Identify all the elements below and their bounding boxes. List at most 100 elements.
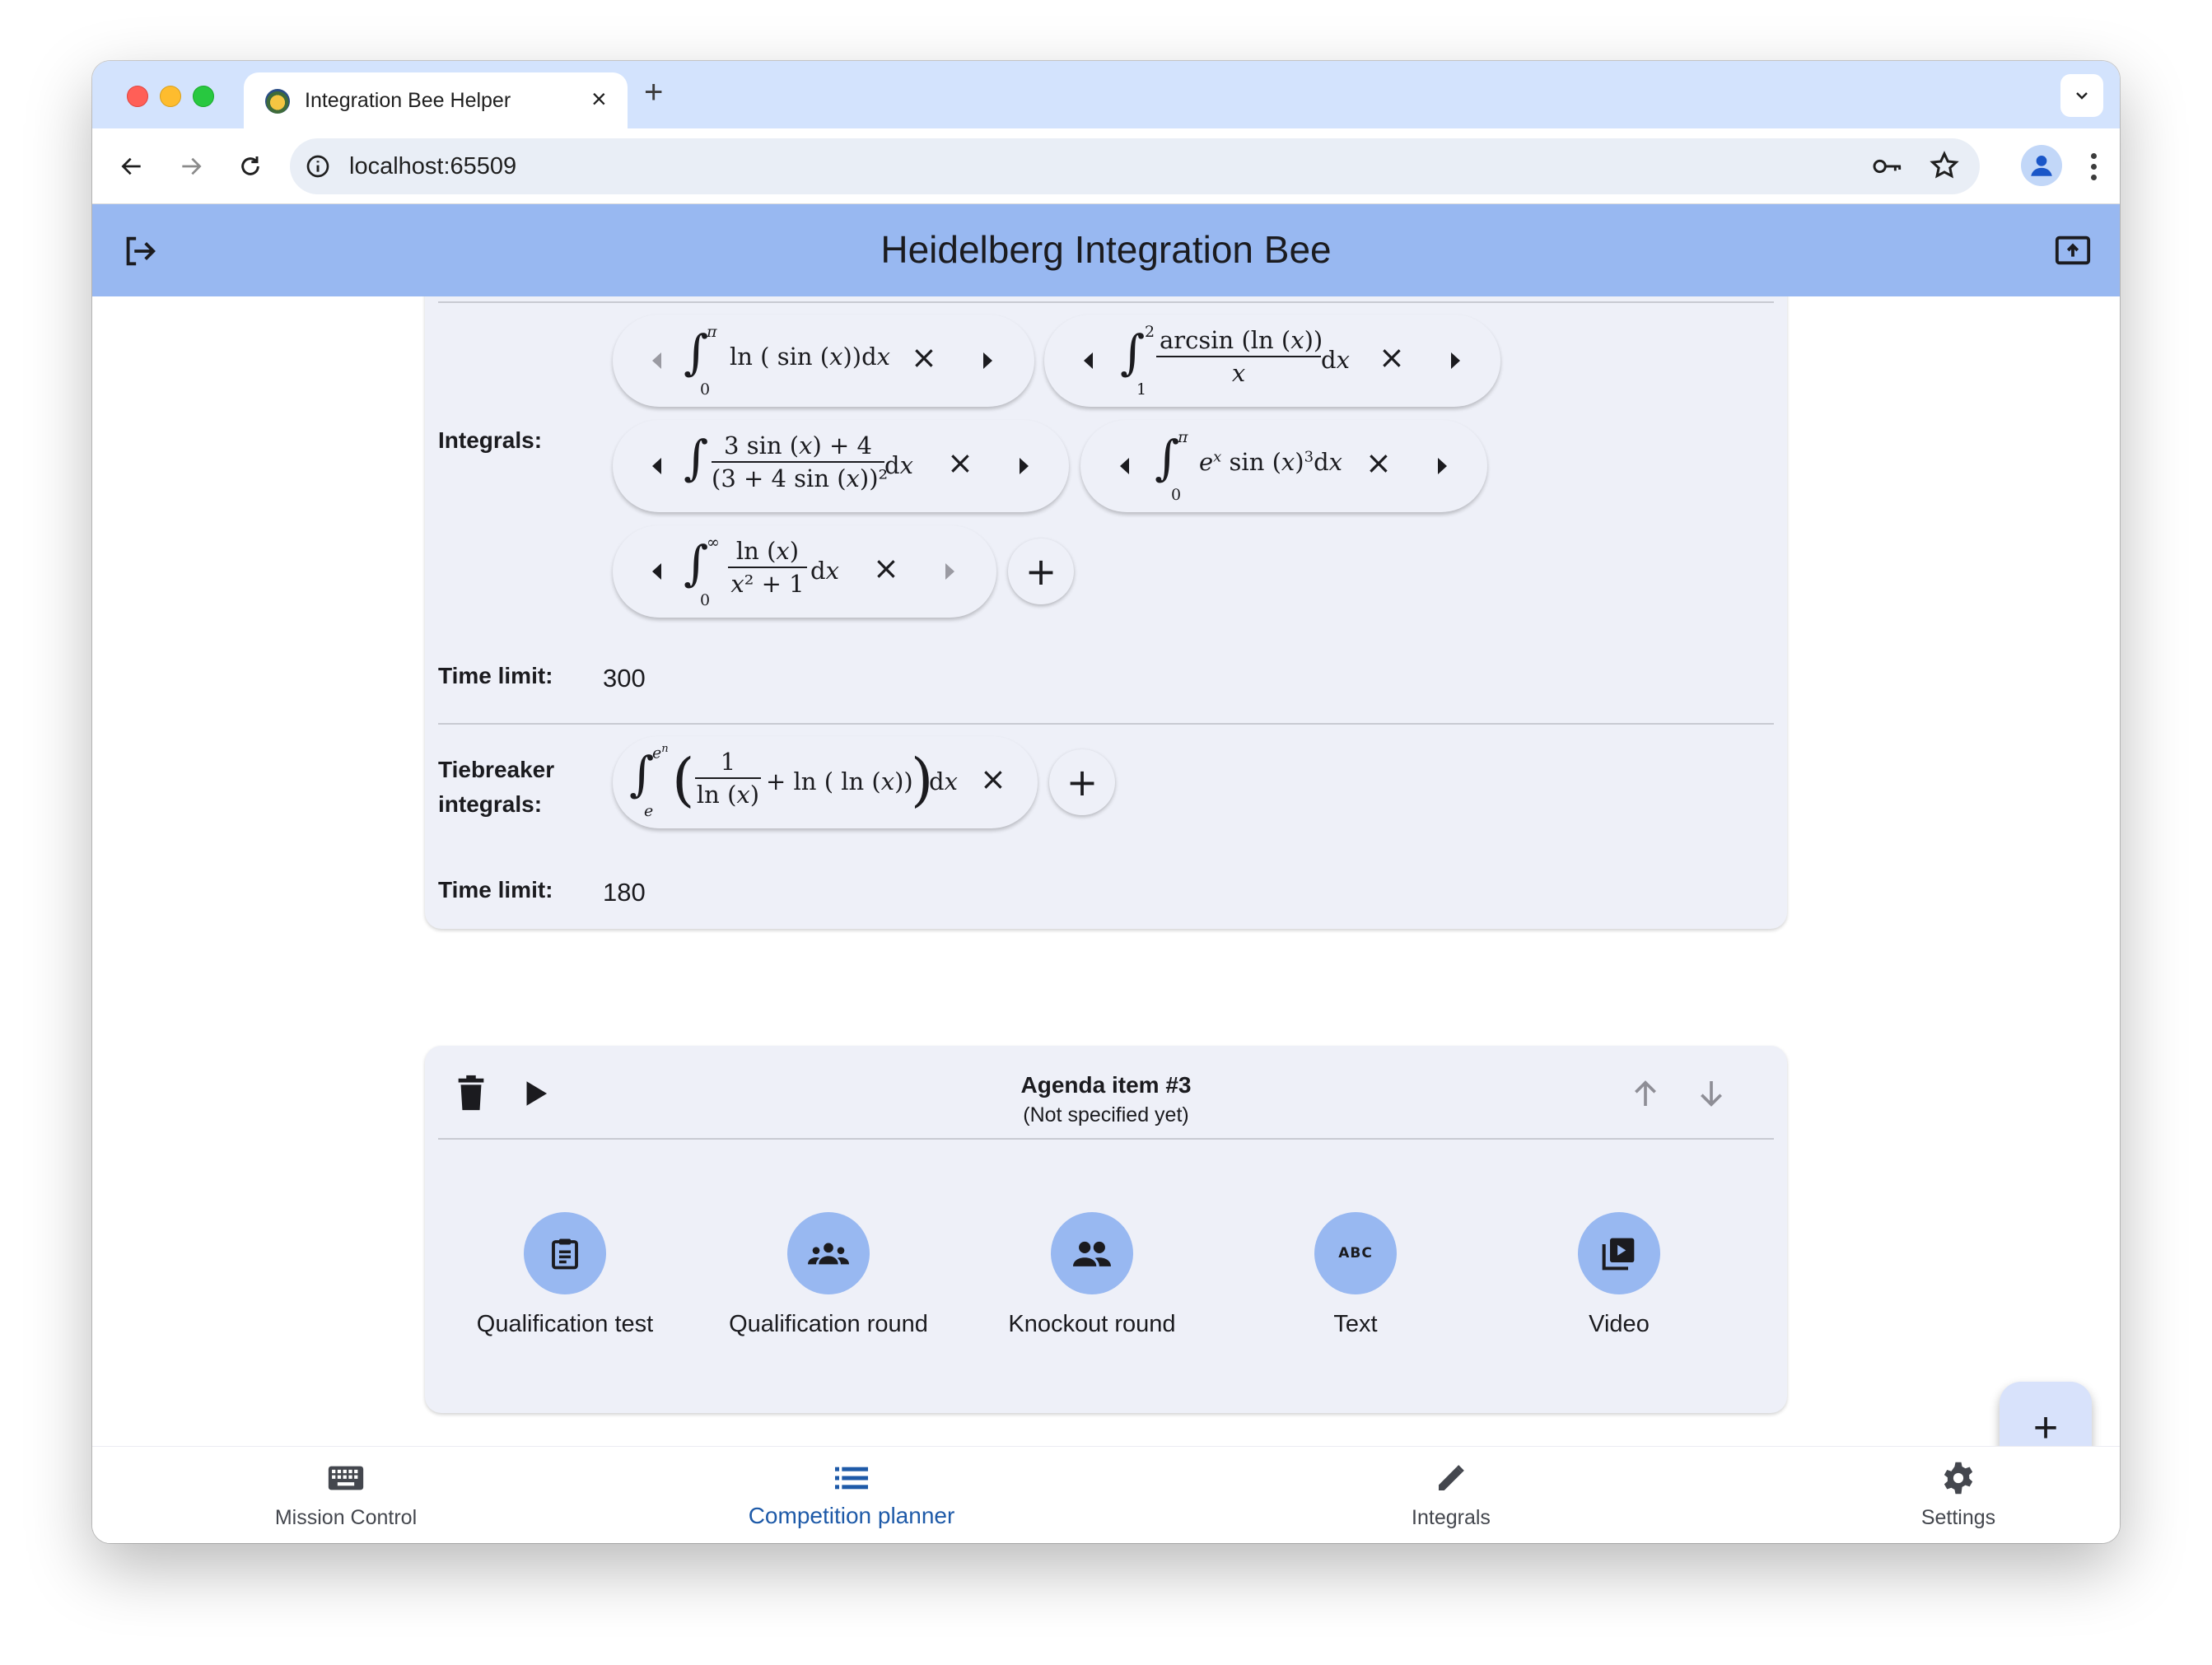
profile-avatar[interactable] bbox=[2021, 145, 2062, 186]
abc-icon: ABC bbox=[1314, 1212, 1397, 1294]
forward-button[interactable] bbox=[173, 148, 209, 184]
integral-chip-3[interactable]: ∫ 3 sin (x) + 4 (3 + 4 sin (x))² dx × bbox=[613, 420, 1069, 512]
integral-chip-2[interactable]: ∫ 2 1 arcsin (ln (x)) x dx × bbox=[1044, 315, 1500, 407]
browser-toolbar: localhost:65509 bbox=[92, 128, 2120, 204]
move-left-icon[interactable] bbox=[652, 458, 661, 474]
integral-chip-1[interactable]: ∫ π 0 ln ( sin (x))dx × bbox=[613, 315, 1034, 407]
nav-mission-control[interactable]: Mission Control bbox=[222, 1447, 469, 1543]
type-label: Qualification test bbox=[476, 1311, 654, 1337]
bottom-navigation: Mission Control Competition planner Inte… bbox=[92, 1446, 2120, 1543]
tiebreaker-chip-1[interactable]: ∫ en e ( 1 ln (x) + ln ( ln (x)) ) dx × bbox=[613, 736, 1038, 828]
new-tab-button[interactable]: + bbox=[644, 74, 663, 111]
agenda-item-subtitle: (Not specified yet) bbox=[1023, 1103, 1189, 1126]
tiebreaker-time-limit-value[interactable]: 180 bbox=[603, 878, 646, 907]
tiebreaker-time-limit-label: Time limit: bbox=[438, 877, 553, 902]
chevron-down-icon bbox=[2076, 92, 2088, 100]
tab-search-button[interactable] bbox=[2060, 74, 2103, 117]
site-info-icon[interactable] bbox=[305, 153, 331, 180]
gear-icon bbox=[1835, 1458, 2082, 1498]
integral-formula: ∫ ∞ 0 ln (x) x² + 1 dx bbox=[684, 534, 839, 609]
scroll-content[interactable]: Integrals: ∫ π 0 ln ( sin (x))dx × ∫ 2 1… bbox=[92, 296, 2120, 1446]
remove-integral-icon[interactable]: × bbox=[1365, 445, 1392, 481]
type-label: Video bbox=[1589, 1311, 1650, 1337]
time-limit-label: Time limit: bbox=[438, 663, 553, 688]
add-integral-button[interactable]: + bbox=[1008, 539, 1074, 604]
move-up-icon[interactable] bbox=[1629, 1075, 1662, 1112]
time-limit-value[interactable]: 300 bbox=[603, 664, 646, 693]
integral-chip-4[interactable]: ∫ π 0 ex sin (x)3dx × bbox=[1080, 420, 1487, 512]
list-icon bbox=[728, 1458, 975, 1498]
nav-label: Mission Control bbox=[274, 1506, 418, 1529]
nav-integrals[interactable]: Integrals bbox=[1328, 1447, 1575, 1543]
divider bbox=[438, 1138, 1774, 1140]
browser-menu-button[interactable] bbox=[2077, 147, 2110, 186]
integral-formula: ∫ π 0 ln ( sin (x))dx bbox=[684, 323, 890, 399]
tab-close-icon[interactable]: × bbox=[591, 84, 607, 114]
pencil-icon bbox=[1328, 1458, 1575, 1498]
remove-integral-icon[interactable]: × bbox=[947, 445, 973, 481]
minimize-window-button[interactable] bbox=[160, 86, 181, 107]
remove-integral-icon[interactable]: × bbox=[911, 339, 937, 375]
nav-label: Integrals bbox=[1412, 1506, 1491, 1529]
browser-tab[interactable]: Integration Bee Helper × bbox=[244, 72, 628, 128]
nav-competition-planner[interactable]: Competition planner bbox=[728, 1447, 975, 1543]
back-button[interactable] bbox=[114, 148, 150, 184]
person-icon bbox=[2031, 155, 2052, 176]
clipboard-icon bbox=[524, 1212, 606, 1294]
move-right-icon[interactable] bbox=[1451, 352, 1460, 369]
remove-integral-icon[interactable]: × bbox=[1379, 339, 1405, 375]
tab-strip: Integration Bee Helper × + bbox=[92, 61, 2120, 128]
move-right-icon[interactable] bbox=[945, 563, 954, 580]
password-key-icon[interactable] bbox=[1871, 153, 1904, 180]
move-right-icon[interactable] bbox=[1438, 458, 1447, 474]
video-library-icon bbox=[1578, 1212, 1660, 1294]
groups-icon bbox=[787, 1212, 870, 1294]
move-left-icon[interactable] bbox=[652, 352, 661, 369]
nav-label: Competition planner bbox=[748, 1503, 955, 1528]
agenda-card-round: Integrals: ∫ π 0 ln ( sin (x))dx × ∫ 2 1… bbox=[425, 296, 1787, 929]
agenda-item-title: Agenda item #3 bbox=[1020, 1072, 1192, 1098]
type-knockout-round-button[interactable]: Knockout round bbox=[968, 1212, 1216, 1338]
arrow-right-icon bbox=[182, 157, 202, 175]
type-label: Qualification round bbox=[729, 1311, 928, 1337]
keyboard-icon bbox=[222, 1458, 469, 1498]
integrals-label: Integrals: bbox=[438, 427, 543, 453]
url-text[interactable]: localhost:65509 bbox=[349, 153, 516, 180]
app-root: Heidelberg Integration Bee Integrals: ∫ … bbox=[92, 204, 2120, 1543]
page-title: Heidelberg Integration Bee bbox=[880, 228, 1332, 271]
people-icon bbox=[1051, 1212, 1133, 1294]
move-left-icon[interactable] bbox=[1120, 458, 1129, 474]
app-bar: Heidelberg Integration Bee bbox=[92, 204, 2120, 296]
bookmark-star-icon[interactable] bbox=[1929, 150, 1960, 181]
favicon-icon bbox=[265, 89, 290, 114]
integral-formula: ∫ 3 sin (x) + 4 (3 + 4 sin (x))² dx bbox=[684, 430, 913, 492]
nav-label: Settings bbox=[1920, 1506, 1996, 1529]
tiebreaker-label: Tiebreaker integrals: bbox=[438, 757, 555, 817]
presentation-icon[interactable] bbox=[2054, 234, 2092, 267]
nav-settings[interactable]: Settings bbox=[1835, 1447, 2082, 1543]
divider bbox=[438, 301, 1774, 303]
remove-integral-icon[interactable]: × bbox=[873, 550, 899, 586]
move-right-icon[interactable] bbox=[983, 352, 992, 369]
divider bbox=[438, 723, 1774, 725]
integral-chip-5[interactable]: ∫ ∞ 0 ln (x) x² + 1 dx × bbox=[613, 525, 996, 618]
remove-tiebreaker-icon[interactable]: × bbox=[980, 761, 1006, 797]
type-label: Text bbox=[1333, 1311, 1378, 1337]
move-left-icon[interactable] bbox=[1084, 352, 1093, 369]
close-window-button[interactable] bbox=[127, 86, 148, 107]
maximize-window-button[interactable] bbox=[193, 86, 214, 107]
arrow-left-icon bbox=[121, 157, 141, 175]
add-tiebreaker-button[interactable]: + bbox=[1049, 749, 1115, 815]
address-bar[interactable]: localhost:65509 bbox=[290, 138, 1980, 194]
move-left-icon[interactable] bbox=[652, 563, 661, 580]
type-text-button[interactable]: ABC Text bbox=[1232, 1212, 1479, 1338]
integral-formula: ∫ π 0 ex sin (x)3dx bbox=[1155, 428, 1342, 504]
type-qualification-test-button[interactable]: Qualification test bbox=[441, 1212, 688, 1338]
type-video-button[interactable]: Video bbox=[1496, 1212, 1743, 1338]
reload-button[interactable] bbox=[232, 148, 268, 184]
type-qualification-round-button[interactable]: Qualification round bbox=[705, 1212, 952, 1338]
agenda-card-3: Agenda item #3 (Not specified yet) Quali… bbox=[425, 1046, 1787, 1413]
reload-icon bbox=[241, 156, 259, 175]
move-right-icon[interactable] bbox=[1020, 458, 1029, 474]
move-down-icon[interactable] bbox=[1695, 1075, 1728, 1112]
